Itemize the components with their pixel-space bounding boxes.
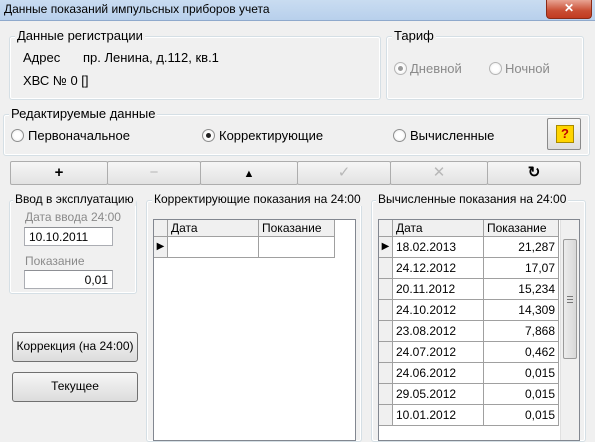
title-bar: Данные показаний импульсных приборов уче… [0, 0, 595, 21]
edit-initial-label: Первоначальное [28, 128, 130, 143]
table-cell-reading[interactable]: 7,868 [484, 321, 559, 342]
tariff-night-option[interactable]: Ночной [488, 61, 568, 77]
tariff-day-option[interactable]: Дневной [393, 61, 473, 77]
check-icon: ✓ [337, 164, 351, 181]
delete-record-button[interactable]: − [107, 161, 201, 185]
corrective-readings-legend: Корректирующие показания на 24:00 [152, 192, 363, 206]
grid-corner [154, 220, 168, 237]
edit-record-button[interactable]: ▲ [200, 161, 298, 185]
edit-computed-radio[interactable] [393, 129, 406, 142]
edit-initial-radio[interactable] [11, 129, 24, 142]
column-header-reading[interactable]: Показание [484, 220, 559, 237]
computed-readings-grid[interactable]: Дата Показание ▶ 18.02.2013 21,287 24.12.20… [378, 219, 580, 441]
row-indicator [379, 363, 393, 384]
row-indicator-icon: ▶ [154, 237, 168, 258]
table-cell-reading[interactable] [259, 237, 335, 258]
commission-date-label: Дата ввода 24:00 [25, 210, 121, 224]
table-cell-date[interactable]: 23.08.2012 [393, 321, 484, 342]
column-header-date[interactable]: Дата [168, 220, 259, 237]
computed-readings-legend: Вычисленные показания на 24:00 [376, 192, 569, 206]
current-button[interactable]: Текущее [12, 372, 138, 402]
table-cell-date[interactable]: 18.02.2013 [393, 237, 484, 258]
tariff-day-label: Дневной [410, 61, 462, 76]
edit-corrective-label: Корректирующие [219, 128, 324, 143]
address-value: пр. Ленина, д.112, кв.1 [83, 50, 219, 65]
cancel-record-button[interactable]: ✕ [390, 161, 488, 185]
tariff-day-radio[interactable] [394, 62, 407, 75]
table-cell-date[interactable]: 10.01.2012 [393, 405, 484, 426]
table-cell-date[interactable]: 24.06.2012 [393, 363, 484, 384]
refresh-button[interactable]: ↻ [487, 161, 581, 185]
post-record-button[interactable]: ✓ [297, 161, 391, 185]
meter-label: ХВС № 0 [] [23, 73, 89, 88]
column-header-reading[interactable]: Показание [259, 220, 335, 237]
edit-initial-option[interactable]: Первоначальное [11, 128, 151, 144]
edit-data-legend: Редактируемые данные [9, 106, 158, 121]
table-cell-reading[interactable]: 21,287 [484, 237, 559, 258]
tariff-night-label: Ночной [505, 61, 550, 76]
table-cell-date[interactable]: 24.12.2012 [393, 258, 484, 279]
edit-corrective-option[interactable]: Корректирующие [202, 128, 342, 144]
table-cell-date[interactable]: 29.05.2012 [393, 384, 484, 405]
cancel-icon: ✕ [432, 164, 446, 181]
table-cell-date[interactable] [168, 237, 259, 258]
row-indicator [379, 300, 393, 321]
plus-icon: + [54, 164, 64, 181]
grid-corner [379, 220, 393, 237]
correction-button[interactable]: Коррекция (на 24:00) [12, 332, 138, 362]
table-cell-reading[interactable]: 0,015 [484, 384, 559, 405]
corrective-readings-grid[interactable]: Дата Показание ▶ [153, 219, 356, 441]
row-indicator [379, 279, 393, 300]
table-cell-reading[interactable]: 15,234 [484, 279, 559, 300]
registration-group [9, 36, 381, 100]
table-cell-reading[interactable]: 0,015 [484, 405, 559, 426]
commission-reading-input[interactable]: 0,01 [24, 270, 113, 289]
refresh-icon: ↻ [527, 164, 541, 181]
table-cell-reading[interactable]: 17,07 [484, 258, 559, 279]
row-indicator [379, 405, 393, 426]
table-cell-date[interactable]: 24.10.2012 [393, 300, 484, 321]
vertical-scrollbar[interactable] [560, 220, 579, 440]
tariff-legend: Тариф [392, 28, 436, 43]
row-indicator-icon: ▶ [379, 237, 393, 258]
edit-computed-option[interactable]: Вычисленные [393, 128, 513, 144]
registration-legend: Данные регистрации [15, 28, 145, 43]
tariff-night-radio[interactable] [489, 62, 502, 75]
commission-date-input[interactable]: 10.10.2011 [24, 227, 113, 246]
table-cell-date[interactable]: 24.07.2012 [393, 342, 484, 363]
address-label: Адрес [23, 50, 61, 65]
commission-reading-label: Показание [25, 254, 85, 268]
add-record-button[interactable]: + [10, 161, 108, 185]
row-indicator [379, 258, 393, 279]
window-title: Данные показаний импульсных приборов уче… [4, 2, 270, 16]
minus-icon: − [149, 164, 159, 181]
row-indicator [379, 342, 393, 363]
row-indicator [379, 384, 393, 405]
column-header-date[interactable]: Дата [393, 220, 484, 237]
table-cell-date[interactable]: 20.11.2012 [393, 279, 484, 300]
table-cell-reading[interactable]: 0,015 [484, 363, 559, 384]
table-cell-reading[interactable]: 0,462 [484, 342, 559, 363]
question-icon: ? [556, 125, 574, 143]
edit-computed-label: Вычисленные [410, 128, 495, 143]
row-indicator [379, 321, 393, 342]
close-button[interactable]: ✕ [546, 0, 592, 19]
edit-corrective-radio[interactable] [202, 129, 215, 142]
commissioning-legend: Ввод в эксплуатацию [13, 192, 136, 206]
table-cell-reading[interactable]: 14,309 [484, 300, 559, 321]
scrollbar-thumb[interactable] [563, 239, 577, 359]
triangle-up-icon: ▲ [243, 168, 255, 180]
help-button[interactable]: ? [547, 118, 581, 150]
